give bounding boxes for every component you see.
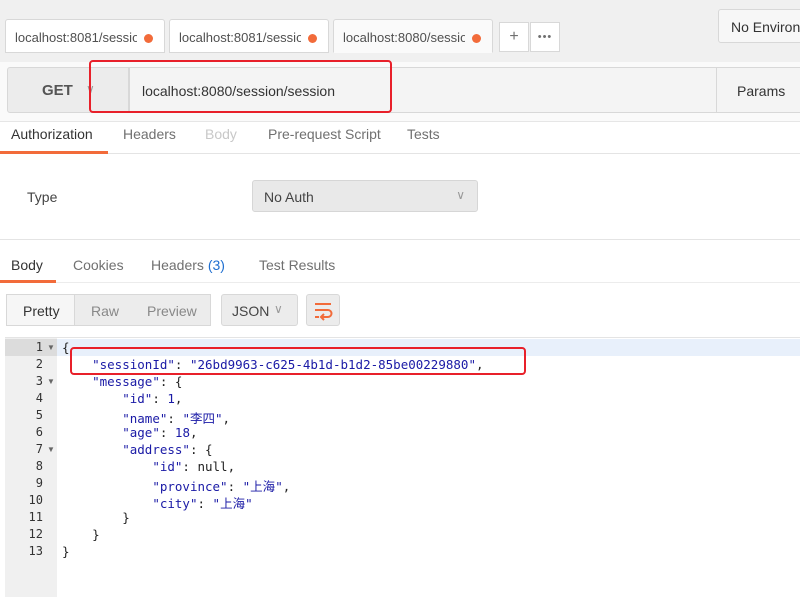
tab-authorization[interactable]: Authorization	[11, 126, 93, 142]
line-number: 1	[35, 340, 43, 354]
tab-response-headers[interactable]: Headers (3)	[151, 257, 225, 273]
url-highlight-annotation	[89, 60, 392, 113]
auth-type-label: Type	[27, 189, 58, 205]
pretty-mode-button[interactable]: Pretty	[23, 303, 60, 319]
request-tab-1[interactable]: localhost:8081/session	[5, 19, 165, 53]
auth-type-select[interactable]: No Auth ∨	[252, 180, 478, 212]
line-number: 6	[35, 425, 43, 439]
plus-icon: +	[509, 28, 519, 45]
tab-pre-request-script[interactable]: Pre-request Script	[268, 126, 381, 142]
format-select[interactable]: JSON ∨	[221, 294, 298, 326]
request-section-tabs: Authorization Headers Body Pre-request S…	[0, 122, 800, 154]
params-button-label: Params	[737, 83, 786, 99]
code-line: "id": null,	[152, 459, 236, 474]
line-number: 4	[35, 391, 43, 405]
fold-arrow-icon[interactable]: ▼	[47, 445, 55, 454]
format-value: JSON	[232, 303, 270, 319]
chevron-down-icon: ∨	[456, 188, 465, 202]
code-line: }	[62, 510, 130, 525]
code-line: {	[62, 340, 70, 355]
environment-select-value: No Environment	[731, 19, 800, 35]
response-tabs: Body Cookies Headers (3) Test Results	[0, 250, 800, 283]
tab-tests[interactable]: Tests	[407, 126, 440, 142]
unsaved-dot-icon	[308, 34, 317, 43]
response-body-viewer[interactable]: 1 ▼ 2 3 ▼ 4 5 6 7 ▼ 8 9 10 11 12 13 { "s…	[5, 337, 800, 597]
address-province-value: 上海	[250, 479, 276, 494]
tab-test-results[interactable]: Test Results	[259, 257, 335, 273]
request-tab-3[interactable]: localhost:8080/session	[333, 19, 493, 53]
request-tab-2[interactable]: localhost:8081/session	[169, 19, 329, 53]
code-line: }	[62, 544, 70, 559]
fold-arrow-icon[interactable]: ▼	[47, 343, 55, 352]
line-number: 2	[35, 357, 43, 371]
preview-mode-button[interactable]: Preview	[147, 303, 197, 319]
request-tab-bar: localhost:8081/session localhost:8081/se…	[0, 0, 800, 62]
line-number: 11	[28, 510, 43, 524]
line-number: 12	[28, 527, 43, 541]
active-tab-indicator	[0, 280, 56, 283]
line-number: 5	[35, 408, 43, 422]
unsaved-dot-icon	[472, 34, 481, 43]
code-line: "message": {	[92, 374, 183, 389]
line-number: 3	[35, 374, 43, 388]
raw-mode-button[interactable]: Raw	[91, 303, 119, 319]
wrap-lines-icon	[315, 303, 333, 321]
auth-type-value: No Auth	[264, 189, 314, 205]
unsaved-dot-icon	[144, 34, 153, 43]
message-name-value: 李四	[189, 411, 215, 426]
view-mode-toggle: Pretty Raw Preview	[6, 294, 211, 326]
environment-select[interactable]: No Environment	[718, 9, 800, 43]
line-number: 13	[28, 544, 43, 558]
request-tab-label: localhost:8081/session	[15, 30, 137, 45]
request-tab-label: localhost:8080/session	[343, 30, 465, 45]
more-tabs-button[interactable]: •••	[530, 22, 560, 52]
line-number: 7	[35, 442, 43, 456]
authorization-panel: Type No Auth ∨	[0, 155, 800, 240]
tab-headers[interactable]: Headers	[123, 126, 176, 142]
code-line: }	[62, 527, 100, 542]
params-button[interactable]: Params	[716, 67, 800, 113]
response-headers-label: Headers	[151, 257, 204, 273]
tab-body[interactable]: Body	[205, 126, 237, 142]
code-line: "address": {	[122, 442, 213, 457]
fold-arrow-icon[interactable]: ▼	[47, 377, 55, 386]
active-tab-indicator	[0, 151, 108, 154]
method-value: GET	[42, 82, 73, 99]
message-id-value: 1	[167, 391, 175, 406]
address-id-value: null	[197, 459, 228, 474]
response-headers-count: (3)	[207, 257, 225, 273]
request-tab-label: localhost:8081/session	[179, 30, 301, 45]
more-icon: •••	[537, 31, 553, 43]
tab-cookies[interactable]: Cookies	[73, 257, 124, 273]
session-id-highlight-annotation	[70, 347, 526, 375]
wrap-lines-button[interactable]	[306, 294, 340, 326]
code-line: "age": 18,	[122, 425, 198, 440]
line-number: 10	[28, 493, 43, 507]
tab-response-body[interactable]: Body	[11, 257, 43, 273]
code-line: "id": 1,	[122, 391, 183, 406]
add-tab-button[interactable]: +	[499, 22, 529, 52]
line-number: 9	[35, 476, 43, 490]
line-number: 8	[35, 459, 43, 473]
chevron-down-icon: ∨	[274, 302, 283, 316]
address-city-value: 上海	[220, 496, 246, 511]
message-age-value: 18	[174, 425, 190, 440]
